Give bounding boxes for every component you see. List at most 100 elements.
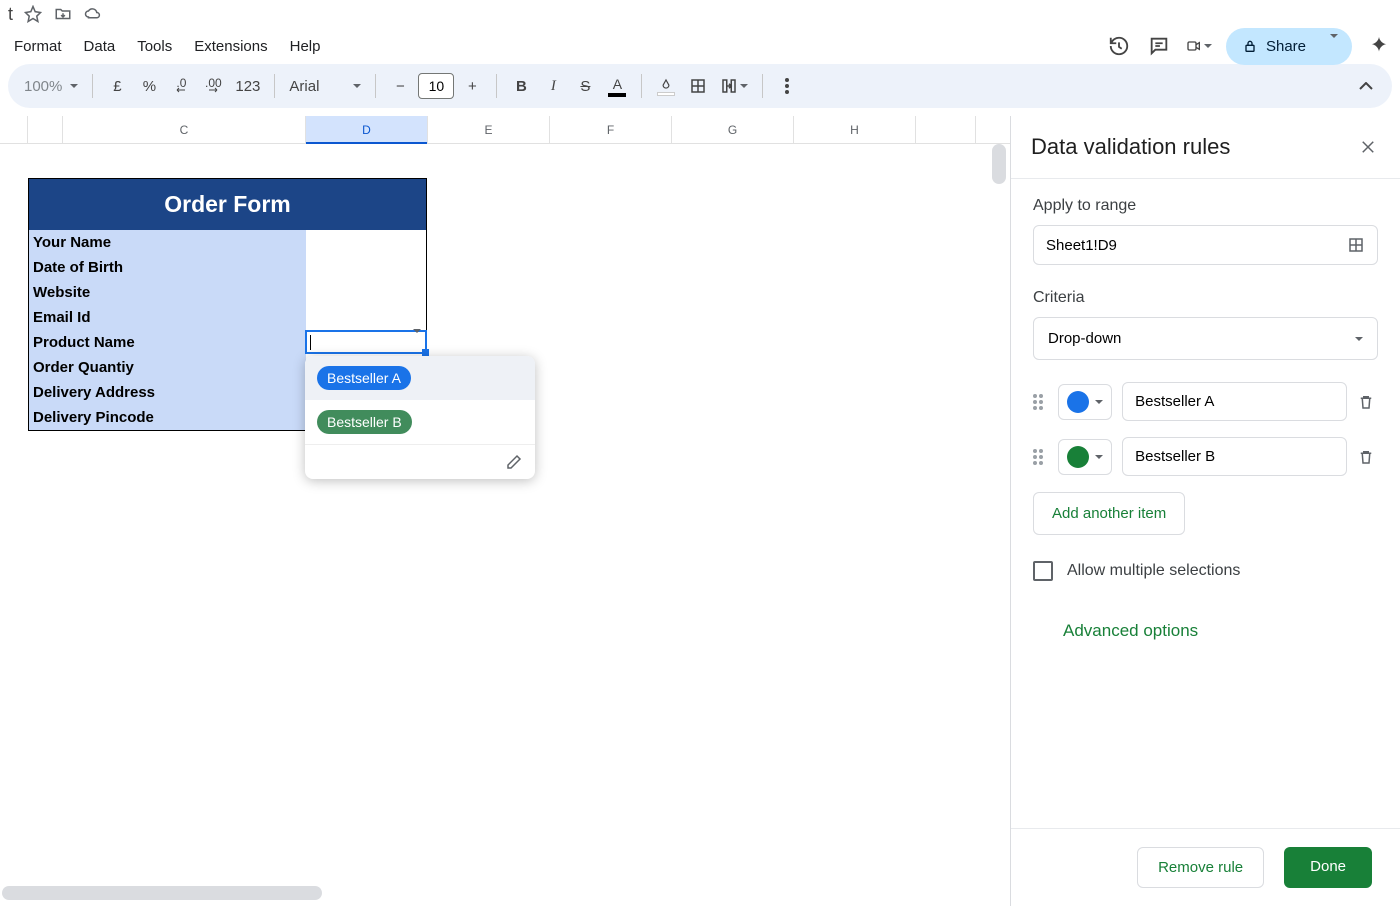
form-label-cell: Delivery Pincode xyxy=(29,405,306,430)
meet-icon[interactable] xyxy=(1186,33,1212,59)
chip: Bestseller B xyxy=(317,410,412,434)
item-value-input[interactable] xyxy=(1122,382,1347,421)
remove-rule-button[interactable]: Remove rule xyxy=(1137,847,1264,888)
menu-help[interactable]: Help xyxy=(280,32,331,61)
decrease-decimal-button[interactable]: .0 xyxy=(167,71,195,101)
lock-icon xyxy=(1242,38,1258,54)
menu-tools[interactable]: Tools xyxy=(127,32,182,61)
merge-button[interactable] xyxy=(716,71,752,101)
range-field[interactable] xyxy=(1046,237,1347,254)
title-bar: t xyxy=(0,0,1400,28)
zoom-selector[interactable]: 100% xyxy=(20,71,82,101)
font-size-input[interactable]: 10 xyxy=(418,73,454,99)
select-range-icon[interactable] xyxy=(1347,236,1365,254)
column-header[interactable]: D xyxy=(306,116,428,143)
delete-item-icon[interactable] xyxy=(1357,393,1378,411)
text-cursor xyxy=(310,335,311,350)
dropdown-menu: Bestseller A Bestseller B xyxy=(305,356,535,479)
share-button[interactable]: Share xyxy=(1226,28,1352,65)
validation-item-row xyxy=(1033,437,1378,476)
star-icon[interactable] xyxy=(23,4,43,24)
item-color-selector[interactable] xyxy=(1058,439,1112,475)
currency-button[interactable]: £ xyxy=(103,71,131,101)
form-value-cell[interactable] xyxy=(306,255,426,280)
edit-dropdown-icon[interactable] xyxy=(505,453,523,471)
cell-dropdown-icon[interactable] xyxy=(413,333,421,351)
move-folder-icon[interactable] xyxy=(53,4,73,24)
more-toolbar-button[interactable] xyxy=(773,71,801,101)
form-label-cell: Email Id xyxy=(29,305,306,330)
menu-data[interactable]: Data xyxy=(74,32,126,61)
column-header[interactable]: G xyxy=(672,116,794,143)
increase-font-button[interactable]: + xyxy=(458,71,486,101)
form-label-cell: Delivery Address xyxy=(29,380,306,405)
form-label-cell: Your Name xyxy=(29,230,306,255)
column-headers: CDEFGH xyxy=(0,116,1010,144)
item-color-selector[interactable] xyxy=(1058,384,1112,420)
italic-button[interactable]: I xyxy=(539,71,567,101)
fill-color-button[interactable] xyxy=(652,71,680,101)
form-value-cell[interactable] xyxy=(306,305,426,330)
menu-extensions[interactable]: Extensions xyxy=(184,32,277,61)
comments-icon[interactable] xyxy=(1146,33,1172,59)
number-format-button[interactable]: 123 xyxy=(231,71,264,101)
dropdown-option[interactable]: Bestseller A xyxy=(305,356,535,400)
panel-title: Data validation rules xyxy=(1031,134,1230,160)
validation-item-row xyxy=(1033,382,1378,421)
percent-button[interactable]: % xyxy=(135,71,163,101)
column-header[interactable] xyxy=(28,116,63,143)
drag-handle-icon[interactable] xyxy=(1033,394,1048,410)
allow-multiple-label: Allow multiple selections xyxy=(1067,562,1240,580)
advanced-options-toggle[interactable]: Advanced options xyxy=(1033,621,1378,641)
close-panel-button[interactable] xyxy=(1356,135,1380,159)
form-value-cell[interactable] xyxy=(306,280,426,305)
drag-handle-icon[interactable] xyxy=(1033,449,1048,465)
criteria-label: Criteria xyxy=(1033,289,1378,307)
history-icon[interactable] xyxy=(1106,33,1132,59)
decrease-font-button[interactable]: − xyxy=(386,71,414,101)
criteria-selector[interactable]: Drop-down xyxy=(1033,317,1378,360)
dropdown-option[interactable]: Bestseller B xyxy=(305,400,535,444)
column-header[interactable]: E xyxy=(428,116,550,143)
menu-format[interactable]: Format xyxy=(4,32,72,61)
data-validation-panel: Data validation rules Apply to range Cri… xyxy=(1010,116,1400,906)
spreadsheet-area[interactable]: CDEFGH Order Form Your NameDate of Birth… xyxy=(0,116,1010,906)
delete-item-icon[interactable] xyxy=(1357,448,1378,466)
font-selector[interactable]: Arial xyxy=(285,71,365,101)
form-title: Order Form xyxy=(29,179,426,230)
column-header[interactable]: F xyxy=(550,116,672,143)
toolbar: 100% £ % .0 .00 123 Arial − 10 + B I S A xyxy=(8,64,1392,108)
allow-multiple-checkbox[interactable] xyxy=(1033,561,1053,581)
column-header[interactable] xyxy=(0,116,28,143)
strikethrough-button[interactable]: S xyxy=(571,71,599,101)
column-header[interactable]: H xyxy=(794,116,916,143)
column-header[interactable] xyxy=(916,116,976,143)
vertical-scrollbar[interactable] xyxy=(992,144,1006,184)
horizontal-scrollbar[interactable] xyxy=(2,886,322,900)
item-value-input[interactable] xyxy=(1122,437,1347,476)
collapse-toolbar-button[interactable] xyxy=(1352,71,1380,101)
apply-range-label: Apply to range xyxy=(1033,197,1378,215)
text-color-button[interactable]: A xyxy=(603,71,631,101)
share-dropdown[interactable] xyxy=(1320,38,1348,55)
column-header[interactable]: C xyxy=(63,116,306,143)
chip: Bestseller A xyxy=(317,366,411,390)
bold-button[interactable]: B xyxy=(507,71,535,101)
borders-button[interactable] xyxy=(684,71,712,101)
form-value-cell[interactable] xyxy=(306,230,426,255)
form-label-cell: Product Name xyxy=(29,330,306,355)
doc-title-fragment: t xyxy=(8,4,13,25)
share-label: Share xyxy=(1266,38,1306,55)
menu-bar: Format Data Tools Extensions Help Share xyxy=(0,28,1400,64)
form-label-cell: Date of Birth xyxy=(29,255,306,280)
gemini-icon[interactable] xyxy=(1366,33,1392,59)
form-label-cell: Order Quantiy xyxy=(29,355,306,380)
cloud-status-icon[interactable] xyxy=(83,4,103,24)
cell-drag-handle[interactable] xyxy=(422,349,429,356)
done-button[interactable]: Done xyxy=(1284,847,1372,888)
active-cell[interactable] xyxy=(305,330,427,354)
range-input[interactable] xyxy=(1033,225,1378,265)
increase-decimal-button[interactable]: .00 xyxy=(199,71,227,101)
form-label-cell: Website xyxy=(29,280,306,305)
add-item-button[interactable]: Add another item xyxy=(1033,492,1185,535)
